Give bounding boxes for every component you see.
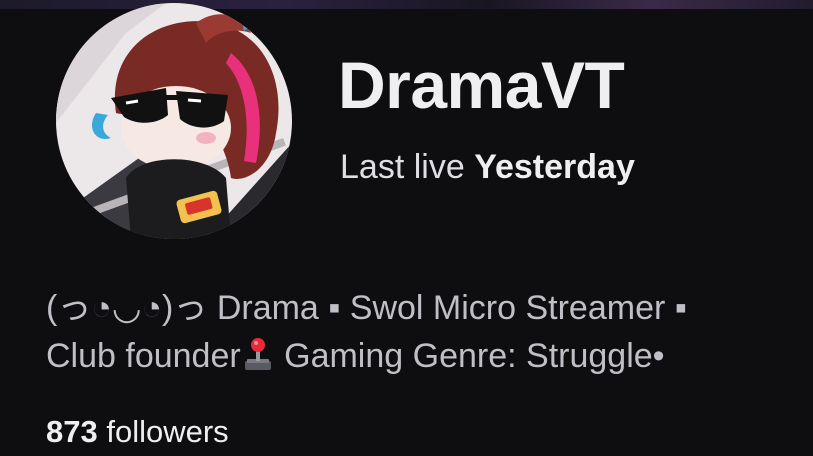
- avatar-illustration: [56, 3, 292, 239]
- banner-image[interactable]: [0, 0, 813, 9]
- avatar[interactable]: [56, 3, 292, 239]
- follower-count: 873 followers: [46, 416, 229, 447]
- follower-count-label: followers: [106, 414, 229, 449]
- last-live-value: Yesterday: [474, 148, 635, 186]
- bio-line-2-end: Gaming Genre: Struggle•: [274, 337, 665, 375]
- joystick-icon: [243, 336, 273, 380]
- last-live-status: Last live Yesterday: [340, 150, 635, 184]
- follower-count-number: 873: [46, 414, 98, 449]
- channel-bio: (っ◔◡◔)っ Drama ▪ Swol Micro Streamer ▪ Cl…: [46, 284, 813, 380]
- bio-line-1: (っ◔◡◔)っ Drama ▪ Swol Micro Streamer ▪: [46, 289, 687, 327]
- bio-line-2: Club founder Gaming Genre: Struggle•: [46, 332, 813, 380]
- channel-header: DramaVT Last live Yesterday (っ◔◡◔)っ Dram…: [0, 0, 813, 456]
- bio-line-2-start: Club founder: [46, 337, 241, 375]
- last-live-label: Last live: [340, 148, 465, 186]
- channel-name: DramaVT: [338, 48, 625, 122]
